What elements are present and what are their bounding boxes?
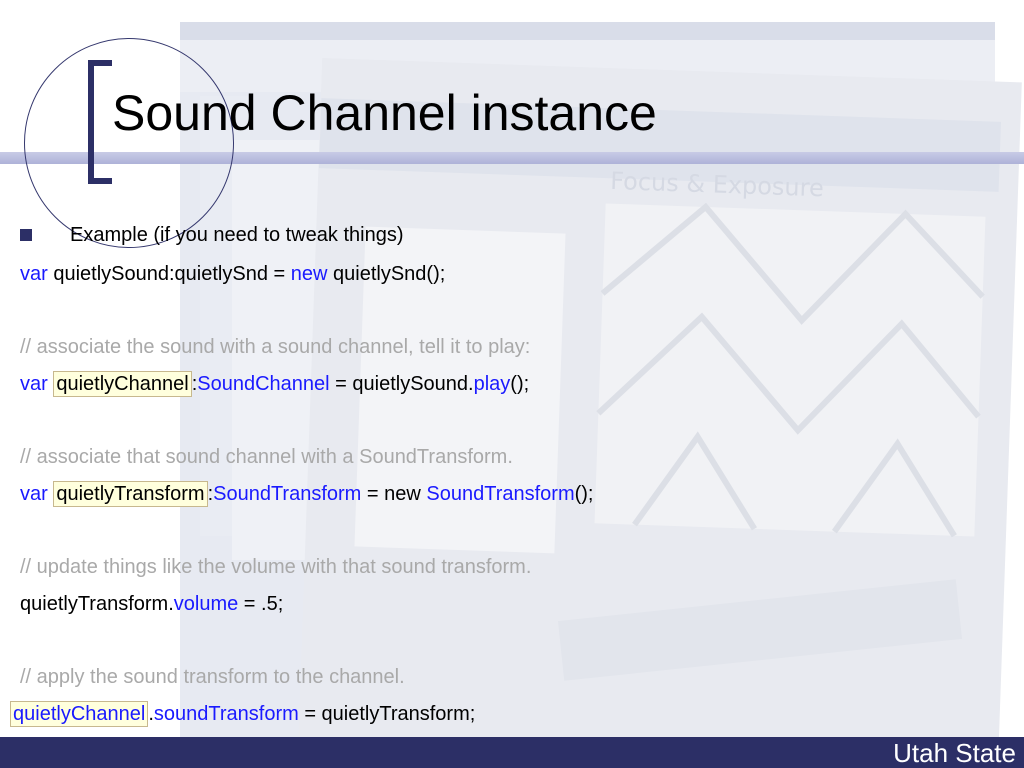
highlighted-identifier: quietlyChannel xyxy=(10,701,149,727)
code-line-2: var quietlyChannel:SoundChannel = quietl… xyxy=(20,371,530,397)
code-text: (); xyxy=(510,373,530,395)
highlighted-identifier: quietlyTransform xyxy=(53,481,208,507)
code-line-4: quietlyTransform.volume = .5; xyxy=(20,592,283,616)
comment-line-4: // apply the sound transform to the chan… xyxy=(20,666,405,688)
code-line-1: var quietlySound:quietlySnd = new quietl… xyxy=(20,262,445,286)
code-text: = quietlyTransform; xyxy=(298,703,476,725)
bullet-square-icon xyxy=(20,229,32,241)
type-name: SoundTransform xyxy=(426,483,575,505)
background-window-title: Focus & Exposure xyxy=(610,167,824,202)
code-text: quietlyTransform. xyxy=(20,593,174,615)
property-name: volume xyxy=(173,593,239,615)
type-name: SoundChannel xyxy=(197,373,330,395)
keyword: var xyxy=(20,483,48,505)
comment-line-1: // associate the sound with a sound chan… xyxy=(20,336,531,358)
slide-title: Sound Channel instance xyxy=(112,85,657,141)
bullet-text: Example (if you need to tweak things) xyxy=(70,224,404,246)
code-text: = quietlySound. xyxy=(329,373,474,395)
property-name: soundTransform xyxy=(153,703,299,725)
decorative-circle xyxy=(24,38,234,248)
keyword: var xyxy=(20,373,48,395)
code-text: (); xyxy=(574,483,594,505)
footer-bar: Utah State xyxy=(0,737,1024,768)
keyword: var xyxy=(20,263,48,285)
code-text: = .5; xyxy=(238,593,284,615)
code-text: quietlySnd(); xyxy=(327,263,446,285)
highlighted-identifier: quietlyChannel xyxy=(53,371,192,397)
code-text: quietlySound:quietlySnd = xyxy=(47,263,291,285)
decorative-bracket xyxy=(88,60,112,184)
comment-line-3: // update things like the volume with th… xyxy=(20,556,532,578)
code-text: = new xyxy=(361,483,427,505)
method-name: play xyxy=(473,373,511,395)
footer-text: Utah State xyxy=(893,738,1016,768)
comment-line-2: // associate that sound channel with a S… xyxy=(20,446,513,468)
keyword: new xyxy=(290,263,328,285)
code-line-5: quietlyChannel .soundTransform = quietlyT… xyxy=(10,701,476,727)
type-name: SoundTransform xyxy=(213,483,362,505)
code-line-3: var quietlyTransform:SoundTransform = ne… xyxy=(20,481,594,507)
